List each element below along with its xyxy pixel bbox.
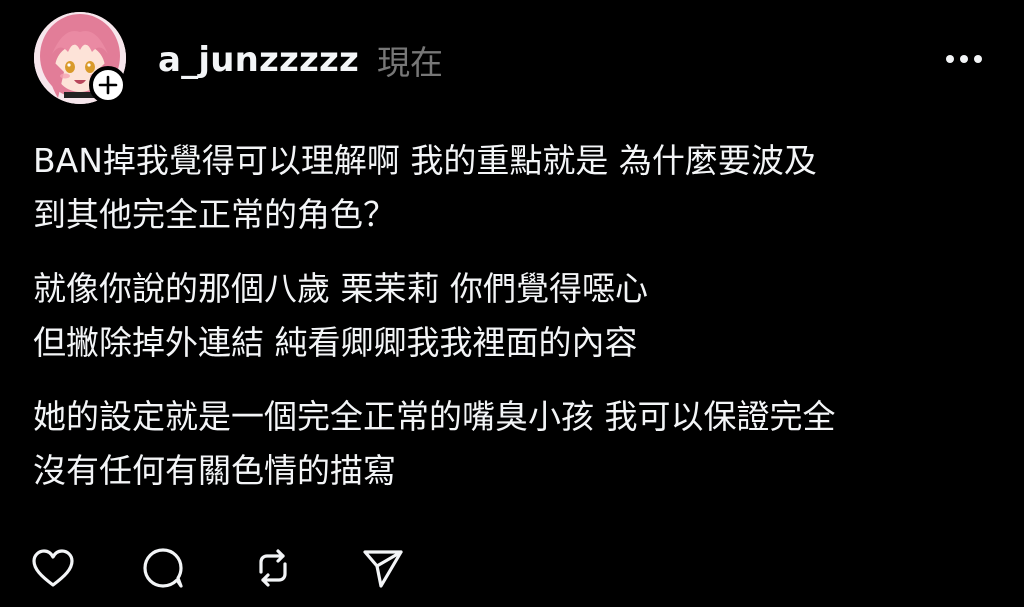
comment-bubble-icon — [143, 548, 183, 588]
comment-button[interactable] — [140, 545, 186, 591]
send-icon — [363, 550, 403, 588]
text-line: 到其他完全正常的角色？ — [33, 195, 396, 234]
more-horizontal-icon — [946, 55, 982, 63]
avatar-container[interactable] — [34, 12, 127, 104]
timestamp: 現在 — [376, 43, 443, 82]
more-options-button[interactable] — [938, 42, 990, 76]
like-button[interactable] — [30, 545, 76, 591]
text-line: 就像你說的那個八歲 栗茉莉 你們覺得噁心 — [33, 269, 648, 308]
plus-icon — [98, 75, 118, 95]
heart-icon — [32, 549, 74, 587]
paragraph: 就像你說的那個八歲 栗茉莉 你們覺得噁心 但撇除掉外連結 純看卿卿我我裡面的內容 — [33, 262, 1003, 370]
paragraph: BAN掉我覺得可以理解啊 我的重點就是 為什麼要波及 到其他完全正常的角色？ — [33, 134, 1003, 242]
follow-button[interactable] — [89, 66, 127, 104]
thread-post: a_junzzzzz 現在 BAN掉我覺得可以理解啊 我的重點就是 為什麼要波及… — [0, 0, 1024, 607]
text-line: 但撇除掉外連結 純看卿卿我我裡面的內容 — [33, 323, 638, 362]
repost-button[interactable] — [250, 545, 296, 591]
post-header: a_junzzzzz 現在 — [158, 32, 443, 88]
text-line: 沒有任何有關色情的描寫 — [33, 451, 396, 490]
repost-icon — [259, 549, 287, 587]
action-bar — [30, 545, 406, 591]
paragraph: 她的設定就是一個完全正常的嘴臭小孩 我可以保證完全 沒有任何有關色情的描寫 — [33, 390, 1003, 498]
post-body: BAN掉我覺得可以理解啊 我的重點就是 為什麼要波及 到其他完全正常的角色？ 就… — [33, 134, 1003, 518]
username[interactable]: a_junzzzzz — [158, 40, 359, 80]
text-line: 她的設定就是一個完全正常的嘴臭小孩 我可以保證完全 — [33, 397, 836, 436]
share-button[interactable] — [360, 545, 406, 591]
text-line: BAN掉我覺得可以理解啊 我的重點就是 為什麼要波及 — [33, 141, 817, 180]
